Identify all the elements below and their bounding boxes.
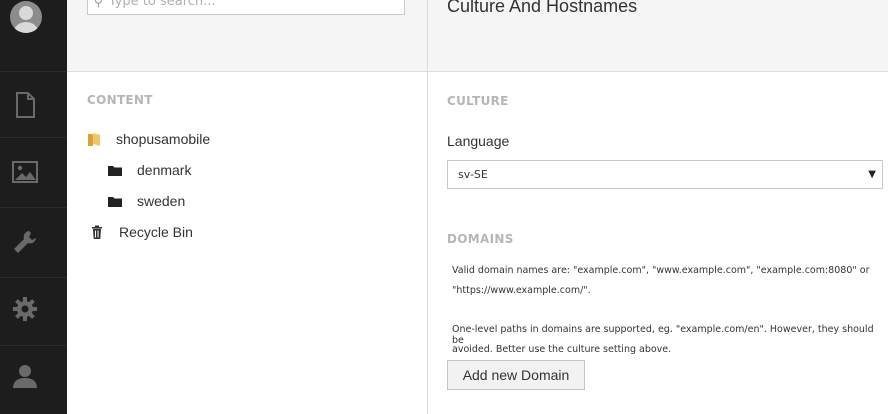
tree-header: ⚲ Type to search... [67,0,427,72]
tree-node-label: shopusamobile [116,131,211,147]
domains-help-text-2a: One-level paths in domains are supported… [452,324,874,346]
domains-help-text-2b: avoided. Better use the culture setting … [452,344,672,355]
users-section-icon[interactable] [11,362,39,390]
content-section-icon[interactable] [11,91,39,119]
search-input[interactable]: ⚲ Type to search... [87,0,405,15]
domains-section-label: DOMAINS [447,232,514,246]
nav-divider [0,71,67,72]
add-new-domain-button[interactable]: Add new Domain [447,360,585,390]
dialog-title: Culture And Hostnames [447,0,638,16]
folder-icon [107,194,123,208]
developer-section-icon[interactable] [11,228,39,256]
tree-node-recycle-bin[interactable]: Recycle Bin [89,224,193,240]
media-section-icon[interactable] [11,158,39,186]
tree-node-denmark[interactable]: denmark [107,162,191,178]
language-label: Language [447,133,510,149]
content-tree: CONTENT shopusamobile denmark sweden Rec… [67,72,427,414]
search-placeholder: Type to search... [108,0,216,9]
tree-section-label: CONTENT [87,93,153,107]
tree-node-sweden[interactable]: sweden [107,193,185,209]
nav-divider [0,207,67,208]
language-select[interactable]: sv-SE ▼ [447,160,883,189]
dialog-header: Culture And Hostnames [428,0,888,72]
domains-help-text-1a: Valid domain names are: "example.com", "… [452,265,870,276]
search-icon: ⚲ [94,0,103,9]
language-select-value: sv-SE [458,168,488,181]
folder-yellow-icon [86,132,102,146]
tree-node-label: sweden [137,193,186,209]
settings-section-icon[interactable] [11,295,39,323]
nav-divider [0,345,67,346]
chevron-down-icon: ▼ [868,169,876,180]
section-nav [0,0,67,414]
culture-hostnames-dialog: CULTURE Language sv-SE ▼ DOMAINS Valid d… [428,72,888,414]
culture-section-label: CULTURE [447,94,509,108]
tree-node-label: denmark [137,162,192,178]
tree-node-shopusamobile[interactable]: shopusamobile [86,131,210,147]
domains-help-text-1b: "https://www.example.com/". [452,285,591,296]
folder-icon [107,163,123,177]
avatar[interactable] [10,1,42,33]
nav-divider [0,137,67,138]
trash-icon [89,225,105,239]
nav-divider [0,277,67,278]
tree-node-label: Recycle Bin [119,224,193,240]
